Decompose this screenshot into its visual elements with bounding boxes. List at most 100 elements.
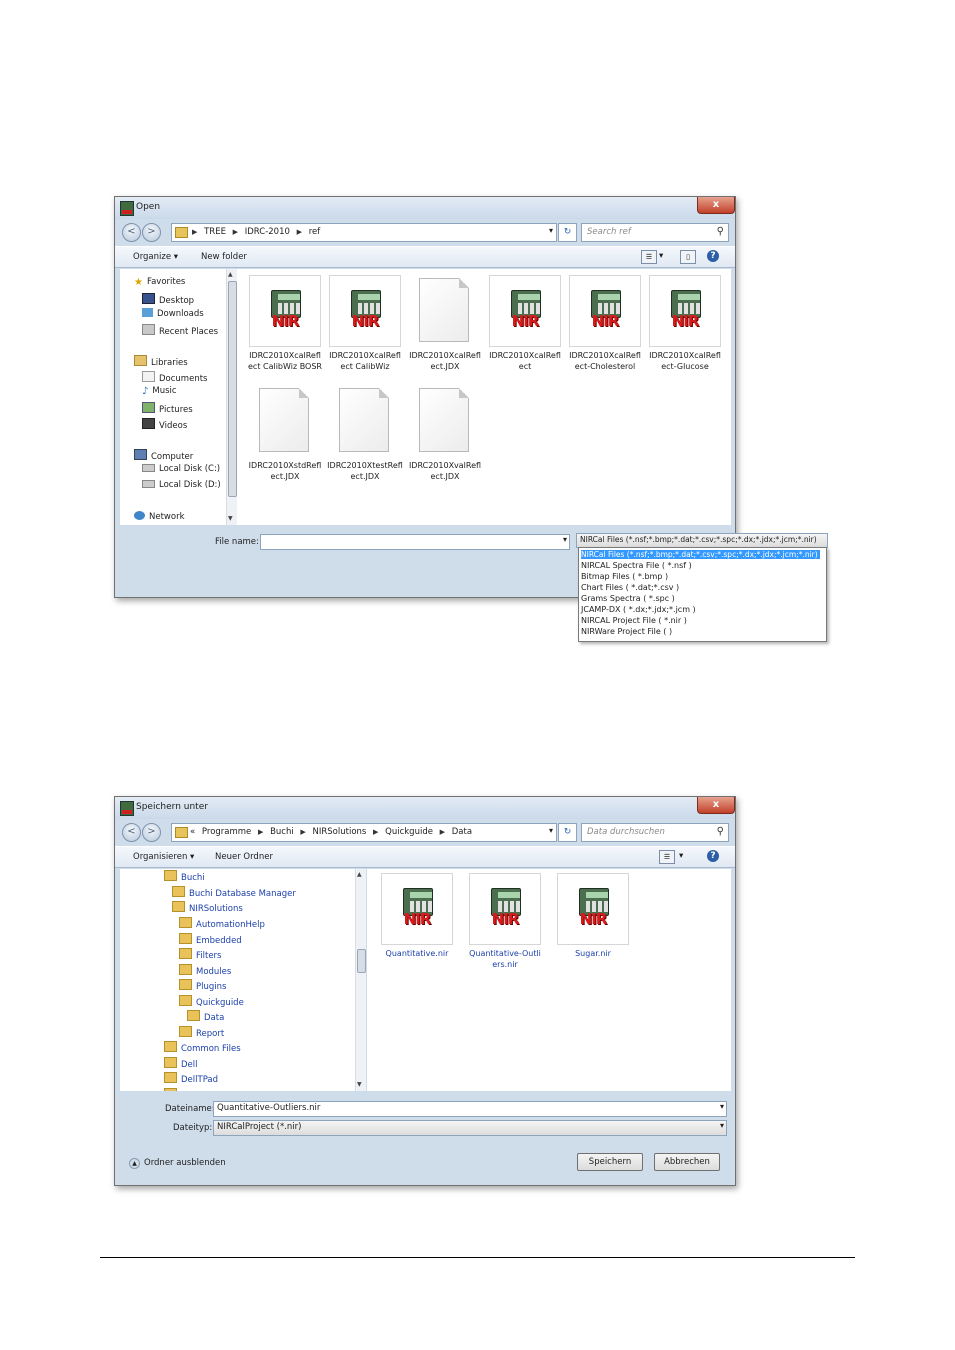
- help-icon[interactable]: ?: [707, 250, 719, 262]
- view-icon[interactable]: ☰: [641, 250, 657, 264]
- nav-favorites[interactable]: ★ Favorites: [134, 277, 185, 288]
- file-item[interactable]: NIR Quantitative.nir: [379, 873, 455, 959]
- nav-network[interactable]: Network: [134, 511, 185, 522]
- tree-item[interactable]: Common Files: [164, 1041, 241, 1054]
- help-icon[interactable]: ?: [707, 850, 719, 862]
- tree-item[interactable]: Dell: [164, 1057, 198, 1070]
- close-button[interactable]: x: [697, 797, 735, 814]
- breadcrumb-overflow[interactable]: «: [190, 827, 195, 837]
- tree-item[interactable]: nirv: [164, 1088, 197, 1091]
- tree-item[interactable]: Report: [179, 1026, 224, 1039]
- scroll-up-icon[interactable]: ▲: [357, 871, 362, 878]
- save-button[interactable]: Speichern: [577, 1153, 643, 1171]
- file-item[interactable]: NIR IDRC2010XcalReflect-Cholesterol: [567, 275, 643, 372]
- nav-scrollbar[interactable]: ▲ ▼: [226, 269, 237, 525]
- organize-button[interactable]: Organisieren ▾: [133, 852, 194, 862]
- nav-local-disk-c[interactable]: Local Disk (C:): [142, 464, 220, 474]
- file-type-option[interactable]: NIRCAL Project File ( *.nir ): [581, 616, 687, 625]
- file-type-option[interactable]: NIRWare Project File ( ): [581, 627, 672, 636]
- nav-videos[interactable]: Videos: [142, 418, 187, 431]
- breadcrumb-item[interactable]: Data: [452, 827, 472, 837]
- nav-music[interactable]: ♪ Music: [142, 386, 177, 397]
- nav-local-disk-d[interactable]: Local Disk (D:): [142, 480, 221, 490]
- address-bar[interactable]: « Programme ▶ Buchi ▶ NIRSolutions ▶ Qui…: [171, 823, 557, 842]
- chevron-down-icon[interactable]: ▾: [679, 851, 683, 861]
- file-item[interactable]: NIR Sugar.nir: [555, 873, 631, 959]
- breadcrumb-item[interactable]: NIRSolutions: [313, 827, 367, 837]
- nav-libraries[interactable]: Libraries: [134, 355, 188, 368]
- tree-item[interactable]: NIRSolutions: [172, 901, 243, 914]
- nav-downloads[interactable]: Downloads: [142, 308, 204, 319]
- nav-recent-places[interactable]: Recent Places: [142, 324, 218, 337]
- chevron-down-icon[interactable]: ▾: [659, 251, 663, 261]
- scroll-up-icon[interactable]: ▲: [228, 271, 233, 278]
- breadcrumb-item[interactable]: TREE: [204, 227, 226, 237]
- hide-folders-toggle[interactable]: ▲ Ordner ausblenden: [129, 1158, 226, 1169]
- back-button[interactable]: <: [122, 823, 141, 842]
- file-item[interactable]: IDRC2010XstdReflect.JDX: [247, 385, 323, 482]
- tree-item[interactable]: Embedded: [179, 933, 242, 946]
- file-name-input[interactable]: ▾: [260, 534, 570, 550]
- tree-item[interactable]: Buchi: [164, 870, 205, 883]
- file-type-option[interactable]: NIRCAL Spectra File ( *.nsf ): [581, 561, 692, 570]
- file-item[interactable]: NIR IDRC2010XcalReflect CalibWiz BOSR: [247, 275, 323, 372]
- cancel-button[interactable]: Abbrechen: [654, 1153, 720, 1171]
- nav-computer[interactable]: Computer: [134, 449, 193, 462]
- scrollbar-thumb[interactable]: [228, 281, 237, 497]
- organize-button[interactable]: Organize ▾: [133, 252, 178, 262]
- search-input[interactable]: Search ref ⚲: [581, 223, 729, 242]
- address-bar[interactable]: ▶ TREE ▶ IDRC-2010 ▶ ref ▾: [171, 223, 557, 242]
- tree-item[interactable]: Quickguide: [179, 995, 244, 1008]
- file-item[interactable]: NIR IDRC2010XcalReflect CalibWiz: [327, 275, 403, 372]
- chevron-down-icon[interactable]: ▾: [549, 826, 553, 835]
- file-item[interactable]: NIR IDRC2010XcalReflect: [487, 275, 563, 372]
- scrollbar-thumb[interactable]: [357, 949, 366, 973]
- chevron-down-icon[interactable]: ▾: [720, 1121, 724, 1130]
- tree-item[interactable]: Plugins: [179, 979, 226, 992]
- tree-scrollbar[interactable]: ▲ ▼: [355, 869, 366, 1091]
- filetype-select[interactable]: NIRCalProject (*.nir) ▾: [213, 1120, 727, 1136]
- new-folder-button[interactable]: New folder: [201, 252, 247, 262]
- refresh-icon[interactable]: ↻: [558, 223, 577, 242]
- preview-pane-icon[interactable]: ▯: [680, 250, 696, 264]
- tree-item[interactable]: AutomationHelp: [179, 917, 265, 930]
- tree-item[interactable]: Data: [187, 1010, 224, 1023]
- view-icon[interactable]: ☰: [659, 850, 675, 864]
- nav-pictures[interactable]: Pictures: [142, 402, 193, 415]
- back-button[interactable]: <: [122, 223, 141, 242]
- file-item[interactable]: NIR IDRC2010XcalReflect-Glucose: [647, 275, 723, 372]
- chevron-down-icon[interactable]: ▾: [549, 226, 553, 235]
- file-type-option[interactable]: Grams Spectra ( *.spc ): [581, 594, 675, 603]
- chevron-down-icon[interactable]: ▾: [720, 1102, 724, 1111]
- breadcrumb-item[interactable]: Buchi: [270, 827, 294, 837]
- close-button[interactable]: x: [697, 197, 735, 214]
- file-type-select[interactable]: NIRCal Files (*.nsf;*.bmp;*.dat;*.csv;*.…: [576, 533, 828, 548]
- forward-button[interactable]: >: [142, 223, 161, 242]
- breadcrumb-item[interactable]: Programme: [202, 827, 251, 837]
- file-item[interactable]: IDRC2010XvalReflect.JDX: [407, 385, 483, 482]
- scroll-down-icon[interactable]: ▼: [228, 515, 233, 522]
- breadcrumb-item[interactable]: IDRC-2010: [245, 227, 290, 237]
- breadcrumb-item[interactable]: Quickguide: [385, 827, 433, 837]
- tree-item[interactable]: Filters: [179, 948, 221, 961]
- file-item[interactable]: IDRC2010XcalReflect.JDX: [407, 275, 483, 372]
- new-folder-button[interactable]: Neuer Ordner: [215, 852, 273, 862]
- nav-desktop[interactable]: Desktop: [142, 293, 194, 306]
- refresh-icon[interactable]: ↻: [558, 823, 577, 842]
- filename-input[interactable]: Quantitative-Outliers.nir ▾: [213, 1101, 727, 1117]
- file-type-option[interactable]: JCAMP-DX ( *.dx;*.jdx;*.jcm ): [581, 605, 696, 614]
- file-item[interactable]: IDRC2010XtestReflect.JDX: [327, 385, 403, 482]
- file-type-option[interactable]: Bitmap Files ( *.bmp ): [581, 572, 668, 581]
- tree-item[interactable]: DellTPad: [164, 1072, 218, 1085]
- breadcrumb-item[interactable]: ref: [309, 227, 321, 237]
- file-item[interactable]: NIR Quantitative-Outliers.nir: [467, 873, 543, 970]
- nav-documents[interactable]: Documents: [142, 371, 207, 384]
- forward-button[interactable]: >: [142, 823, 161, 842]
- tree-item[interactable]: Buchi Database Manager: [172, 886, 296, 899]
- file-type-option[interactable]: NIRCal Files (*.nsf;*.bmp;*.dat;*.csv;*.…: [581, 550, 820, 559]
- chevron-down-icon[interactable]: ▾: [563, 535, 567, 544]
- tree-item[interactable]: Modules: [179, 964, 231, 977]
- file-type-option[interactable]: Chart Files ( *.dat;*.csv ): [581, 583, 679, 592]
- scroll-down-icon[interactable]: ▼: [357, 1081, 362, 1088]
- search-input[interactable]: Data durchsuchen ⚲: [581, 823, 729, 842]
